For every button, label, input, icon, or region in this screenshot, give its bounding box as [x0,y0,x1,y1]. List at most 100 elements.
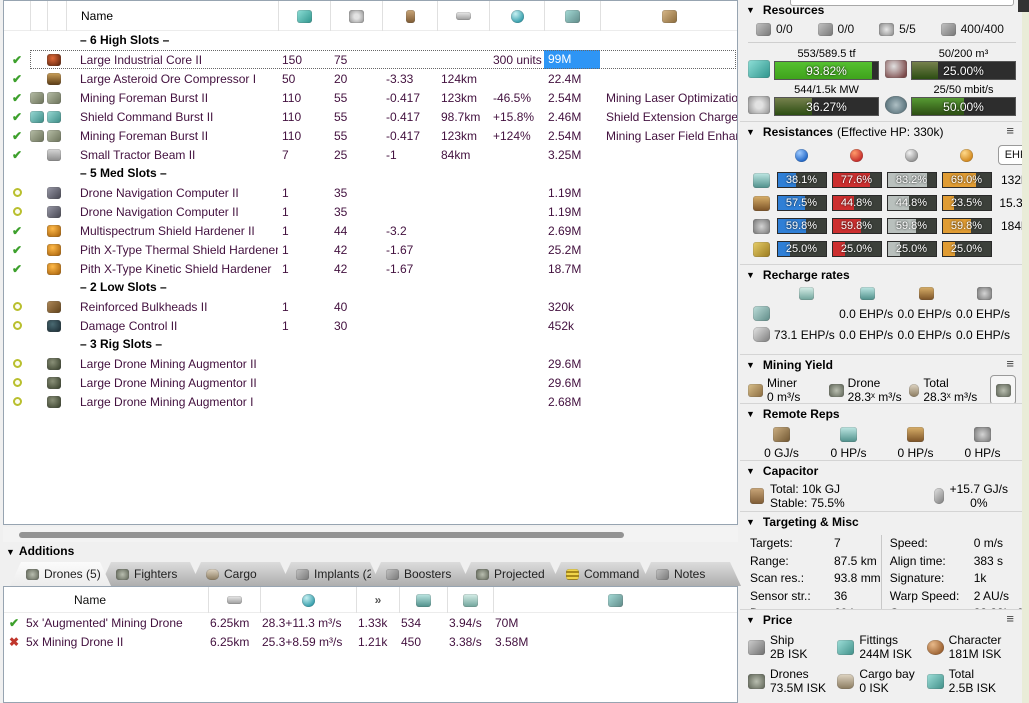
module-state[interactable] [4,397,30,406]
column-header-misc[interactable] [489,1,544,31]
column-header-speed[interactable]: » [356,587,399,613]
horizontal-scrollbar[interactable] [3,527,738,542]
resist-bar: 59.8% [777,218,827,234]
module-name: Large Asteroid Ore Compressor I [66,72,278,86]
price-panel-header[interactable]: ▼ Price [746,613,1018,627]
module-state[interactable] [4,207,30,216]
targeting-panel-header[interactable]: ▼ Targeting & Misc [746,515,1018,529]
tab-fighters[interactable]: Fighters [100,562,201,586]
tab-implants-2[interactable]: Implants (2) [280,562,381,586]
fitting-row[interactable]: Drone Navigation Computer II1351.19M [4,183,737,202]
collapse-arrow-icon[interactable]: ▼ [746,409,755,419]
collapse-arrow-icon[interactable]: ▼ [746,360,755,370]
module-state[interactable]: ✔ [4,53,30,67]
tab-boosters[interactable]: Boosters [370,562,471,586]
ehp-button[interactable]: EHP [998,145,1022,165]
column-header-range[interactable] [208,587,260,613]
module-state[interactable] [4,302,30,311]
fitting-row[interactable]: ✔Large Industrial Core II15075300 units9… [4,50,737,69]
additions-header[interactable]: ▼Additions [6,544,74,558]
module-state[interactable]: ✔ [4,224,30,238]
module-state[interactable] [4,188,30,197]
module-price[interactable]: 99M [544,50,600,69]
stat-value: 383 s [974,553,1003,571]
fitting-row[interactable]: ✔Shield Command Burst II11055-0.41798.7k… [4,107,737,126]
column-header-shield-passive[interactable] [447,587,493,613]
remote-reps-panel-header[interactable]: ▼ Remote Reps [746,407,1018,421]
mining-drone-button[interactable] [990,375,1016,404]
column-header-ammo[interactable] [600,1,737,31]
fitting-row[interactable]: ✔Mining Foreman Burst II11055-0.417123km… [4,126,737,145]
fitting-row[interactable]: ✔Pith X-Type Thermal Shield Hardener142-… [4,240,737,259]
module-state[interactable]: ✔ [4,262,30,276]
resistances-panel-header[interactable]: ▼ Resistances (Effective HP: 330k) [746,125,1018,139]
recharge-panel-header[interactable]: ▼ Recharge rates [746,268,1018,282]
tab-command[interactable]: Command [550,562,651,586]
column-header-range[interactable] [437,1,489,31]
drone-state[interactable]: ✔ [4,616,24,630]
module-state[interactable]: ✔ [4,91,30,105]
column-header-price[interactable] [544,1,600,31]
menu-icon[interactable]: ≡ [1006,614,1014,624]
capacitor-panel-header[interactable]: ▼ Capacitor [746,464,1018,478]
collapse-arrow-icon[interactable]: ▼ [746,5,755,15]
collapse-arrow-icon[interactable]: ▼ [746,615,755,625]
module-state[interactable] [4,359,30,368]
scrollbar-thumb[interactable] [19,532,624,538]
menu-icon[interactable]: ≡ [1006,126,1014,136]
drone-price: 70M [493,616,737,630]
column-header-powergrid[interactable] [330,1,382,31]
fitting-row[interactable]: ✔Small Tractor Beam II725-184km3.25M [4,145,737,164]
module-powergrid: 25 [330,148,382,162]
collapse-arrow-icon[interactable]: ▼ [746,466,755,476]
name-column-header[interactable]: Name [66,1,278,31]
module-state[interactable]: ✔ [4,129,30,143]
collapse-arrow-icon[interactable]: ▼ [746,270,755,280]
fitting-row[interactable]: Damage Control II130452k [4,316,737,335]
module-state[interactable]: ✔ [4,110,30,124]
fitting-row[interactable]: Large Drone Mining Augmentor II29.6M [4,354,737,373]
fitting-row[interactable]: ✔Large Asteroid Ore Compressor I5020-3.3… [4,69,737,88]
fitting-row[interactable]: ✔Mining Foreman Burst II11055-0.417123km… [4,88,737,107]
scrollbar-button[interactable] [1018,0,1029,12]
drone-row[interactable]: ✖5x Mining Drone II6.25km25.3+8.59 m³/s1… [4,632,737,651]
collapse-arrow-icon[interactable]: ▼ [746,127,755,137]
tab-notes[interactable]: Notes [640,562,741,586]
module-state[interactable] [4,378,30,387]
collapsed-input[interactable] [790,0,1014,6]
fitting-row[interactable]: ✔Pith X-Type Kinetic Shield Hardener142-… [4,259,737,278]
fitting-row[interactable]: Large Drone Mining Augmentor I2.68M [4,392,737,411]
module-cpu: 1 [278,186,330,200]
resist-value: 44.8% [888,196,936,210]
name-column-header[interactable]: Name [24,587,208,613]
collapse-arrow-icon[interactable]: ▼ [746,517,755,527]
column-header-shield[interactable] [399,587,447,613]
mining-yield-panel-header[interactable]: ▼ Mining Yield [746,358,1018,372]
module-state[interactable]: ✔ [4,72,30,86]
mining-label: Miner [767,376,800,390]
drone-row[interactable]: ✔5x 'Augmented' Mining Drone6.25km28.3+1… [4,613,737,632]
drones-icon [748,674,765,689]
mining-yield-panel: ▼ Mining Yield ≡ Miner0 m³/sDrone28.3ˣ m… [740,355,1022,404]
fitting-row[interactable]: Reinforced Bulkheads II140320k [4,297,737,316]
column-header-price[interactable] [493,587,737,613]
remote-icon-cell [974,427,991,442]
module-state[interactable]: ✔ [4,148,30,162]
collapse-arrow-icon[interactable]: ▼ [6,547,15,557]
column-header-cpu[interactable] [278,1,330,31]
column-header-misc[interactable] [260,587,356,613]
menu-icon[interactable]: ≡ [1006,359,1014,369]
column-header-capacitor[interactable] [382,1,437,31]
module-state[interactable] [4,321,30,330]
fitting-row[interactable]: Large Drone Mining Augmentor II29.6M [4,373,737,392]
drone-state[interactable]: ✖ [4,635,24,649]
vertical-scrollbar[interactable] [1022,12,1029,703]
tab-drones-5[interactable]: Drones (5) [10,562,111,586]
module-misc: 300 units [489,53,544,67]
tab-projected[interactable]: Projected [460,562,561,586]
ehp-value: 184k [994,219,1022,233]
module-state[interactable]: ✔ [4,243,30,257]
tab-cargo[interactable]: Cargo [190,562,291,586]
fitting-row[interactable]: Drone Navigation Computer II1351.19M [4,202,737,221]
fitting-row[interactable]: ✔Multispectrum Shield Hardener II144-3.2… [4,221,737,240]
